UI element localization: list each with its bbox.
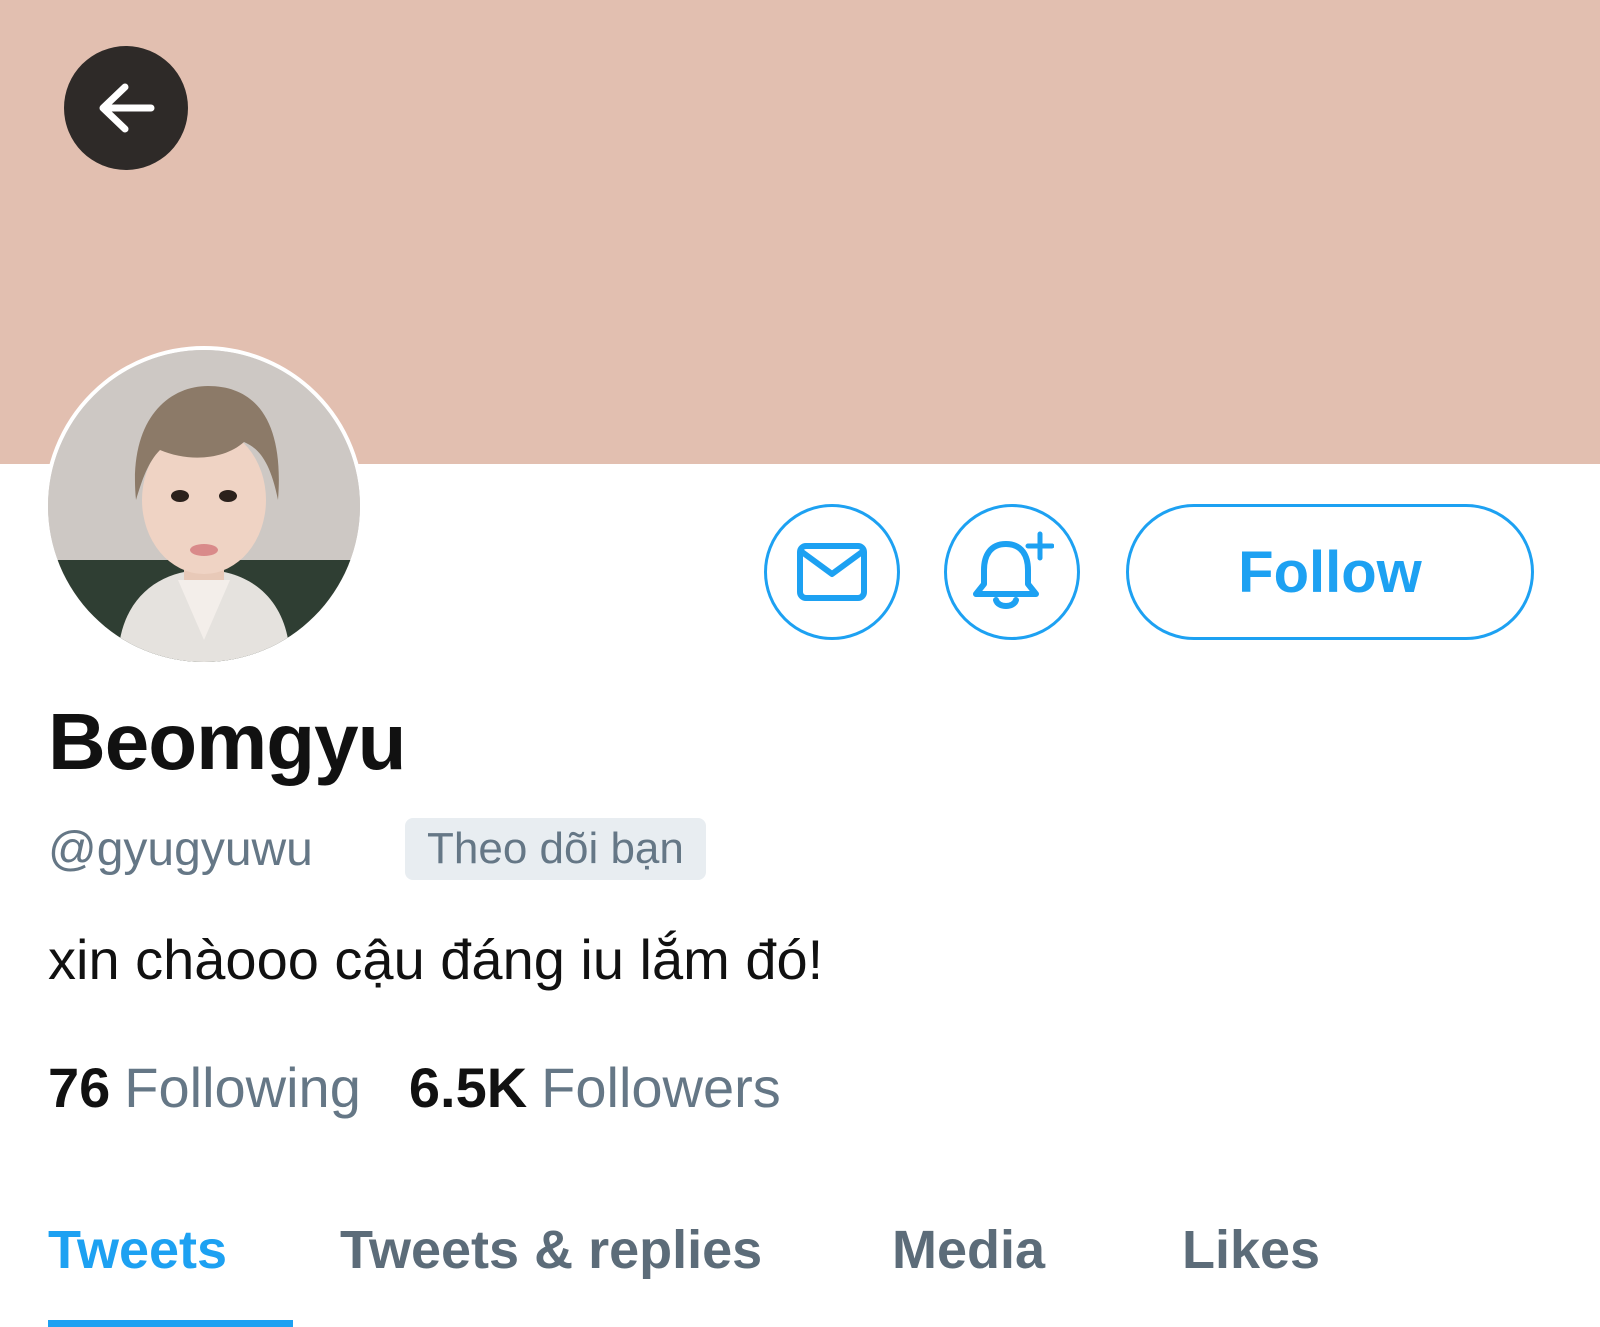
profile-stats: 76 Following 6.5K Followers: [48, 1054, 781, 1122]
active-tab-indicator: [48, 1320, 293, 1327]
tab-likes[interactable]: Likes: [1182, 1218, 1320, 1282]
tab-tweets-replies[interactable]: Tweets & replies: [340, 1218, 762, 1282]
following-label: Following: [124, 1056, 361, 1119]
tab-tweets[interactable]: Tweets: [48, 1218, 227, 1282]
followers-stat[interactable]: 6.5K Followers: [409, 1054, 781, 1122]
avatar[interactable]: [44, 346, 364, 666]
back-button[interactable]: [64, 46, 188, 170]
following-count: 76: [48, 1056, 111, 1119]
follows-you-badge: Theo dõi bạn: [405, 818, 706, 880]
arrow-left-icon: [99, 83, 155, 133]
display-name: Beomgyu: [48, 697, 406, 786]
profile-bio: xin chàooo cậu đáng iu lắm đó!: [48, 928, 824, 991]
profile-tabs: Tweets Tweets & replies Media Likes: [0, 1190, 1600, 1327]
followers-label: Followers: [541, 1056, 781, 1119]
envelope-icon: [797, 543, 867, 601]
followers-count: 6.5K: [408, 1056, 528, 1119]
message-button[interactable]: [764, 504, 900, 640]
following-stat[interactable]: 76 Following: [48, 1054, 361, 1122]
bell-plus-icon: [973, 531, 1054, 609]
avatar-photo: [48, 350, 360, 662]
user-handle: @gyugyuwu: [48, 823, 313, 876]
follow-button[interactable]: Follow: [1126, 504, 1534, 640]
tab-media[interactable]: Media: [892, 1218, 1045, 1282]
notifications-button[interactable]: [944, 504, 1080, 640]
